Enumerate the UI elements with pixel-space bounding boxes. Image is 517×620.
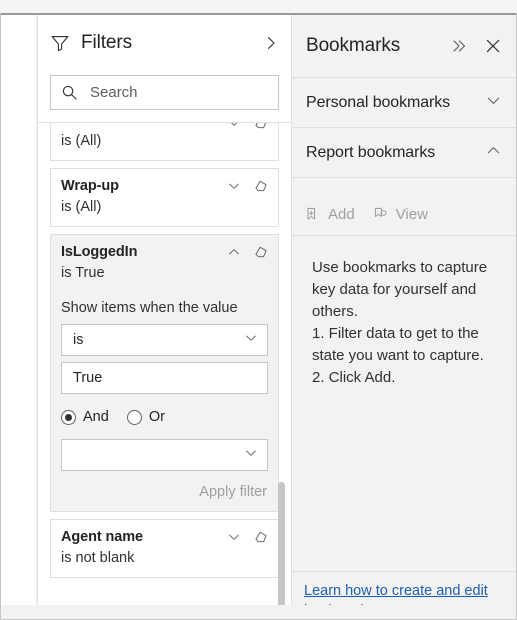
filter-card-actions (227, 243, 268, 259)
search-icon (61, 84, 78, 101)
bookmark-view-icon (374, 207, 387, 217)
learn-more-link[interactable]: Learn how to create and edit bookmarks (304, 581, 504, 605)
filter-card-summary: is not blank (61, 550, 135, 566)
filter-card-name: Wrap-up (61, 178, 119, 194)
chevron-down-icon (229, 534, 239, 540)
bookmarks-title: Bookmarks (306, 35, 401, 56)
filters-header: Filters (38, 15, 291, 71)
app-root: Filters Search is (All) Wrap-up is (All)… (0, 0, 517, 620)
radio-or[interactable] (126, 409, 142, 425)
filter-card-agent-name[interactable]: Agent name is not blank (50, 519, 279, 578)
filter-cards-viewport: is (All) Wrap-up is (All) IsLoggedIn is … (38, 123, 291, 605)
chevron-right-icon[interactable] (263, 35, 279, 51)
filter-card-summary: is (All) (61, 199, 102, 215)
second-condition-operator-select[interactable] (61, 439, 268, 471)
logic-operator-group: And Or (61, 409, 268, 425)
bookmarks-section-personal[interactable]: Personal bookmarks (292, 78, 516, 127)
bookmarks-toolbar: Add View (292, 193, 516, 235)
filter-card-name: Agent name (61, 529, 143, 545)
filter-card-name: IsLoggedIn (61, 244, 138, 260)
filter-card-header: IsLoggedIn (61, 243, 268, 262)
show-items-label: Show items when the value (61, 300, 238, 316)
filter-card-actions (227, 528, 268, 544)
close-icon[interactable] (484, 37, 502, 55)
bookmarks-help-text: Use bookmarks to capture key data for yo… (312, 259, 488, 386)
bookmarks-pane: Bookmarks Personal bookmarks Report book… (292, 15, 516, 605)
filter-card-header: Wrap-up (61, 177, 268, 196)
search-box[interactable] (50, 75, 279, 110)
filters-scrollbar-thumb[interactable] (278, 482, 285, 605)
filter-card-summary: is (All) (61, 133, 102, 149)
chevron-down-icon (230, 123, 238, 126)
funnel-icon (50, 33, 70, 53)
double-chevron-right-icon[interactable] (450, 37, 468, 55)
bookmarks-section-report[interactable]: Report bookmarks (292, 128, 516, 177)
eraser-icon (255, 531, 267, 543)
bookmarks-header: Bookmarks (292, 15, 516, 77)
condition-operator-value: is (73, 332, 84, 348)
eraser-icon (255, 246, 267, 258)
add-bookmark-button[interactable]: Add (304, 206, 355, 223)
chevron-down-icon (244, 446, 258, 464)
radio-or-label: Or (148, 409, 165, 425)
chevron-down-icon (229, 183, 239, 189)
filter-card-actions (227, 177, 268, 193)
filter-cards-list: is (All) Wrap-up is (All) IsLoggedIn is … (38, 123, 291, 585)
chevron-down-icon (244, 331, 258, 349)
search-input[interactable] (90, 84, 260, 101)
eraser-icon (255, 123, 267, 129)
bookmarks-footer-divider (292, 571, 516, 572)
chevron-up-icon (485, 142, 502, 164)
chevron-down-icon (485, 92, 502, 114)
filter-card-wrap-up[interactable]: Wrap-up is (All) (50, 168, 279, 227)
apply-filter-button[interactable]: Apply filter (61, 484, 268, 500)
chevron-up-icon (229, 249, 239, 255)
bookmarks-header-actions (450, 37, 502, 55)
radio-and[interactable] (61, 409, 76, 425)
view-bookmark-label: View (395, 205, 428, 223)
filters-pane: Filters Search is (All) Wrap-up is (All)… (38, 15, 291, 605)
filters-title: Filters (81, 32, 133, 53)
bookmarks-section-label: Personal bookmarks (306, 93, 451, 111)
filter-card-clipped[interactable]: is (All) (50, 123, 279, 161)
eraser-icon (255, 180, 267, 192)
page-scrollbar-track[interactable] (27, 15, 64, 605)
bookmarks-section-label: Report bookmarks (306, 143, 436, 161)
radio-and-label: And (83, 409, 109, 425)
condition-value-text: True (73, 370, 103, 386)
filter-card-actions (227, 123, 268, 130)
filter-card-isloggedin[interactable]: IsLoggedIn is True Show items when the v… (50, 234, 279, 512)
filter-card-header (61, 123, 268, 130)
filter-card-summary: is True (61, 265, 105, 281)
bookmarks-toolbar-divider (292, 235, 516, 236)
view-bookmark-button[interactable]: View (372, 206, 428, 223)
condition-operator-select[interactable]: is (61, 324, 268, 356)
filters-scrollbar-track[interactable] (278, 127, 288, 605)
window-top-strip (0, 0, 517, 13)
bookmark-add-icon (307, 207, 316, 220)
filter-card-header: Agent name (61, 528, 268, 547)
add-bookmark-label: Add (328, 205, 355, 223)
bookmarks-report-divider (292, 177, 516, 178)
condition-value-input[interactable]: True (61, 362, 268, 394)
